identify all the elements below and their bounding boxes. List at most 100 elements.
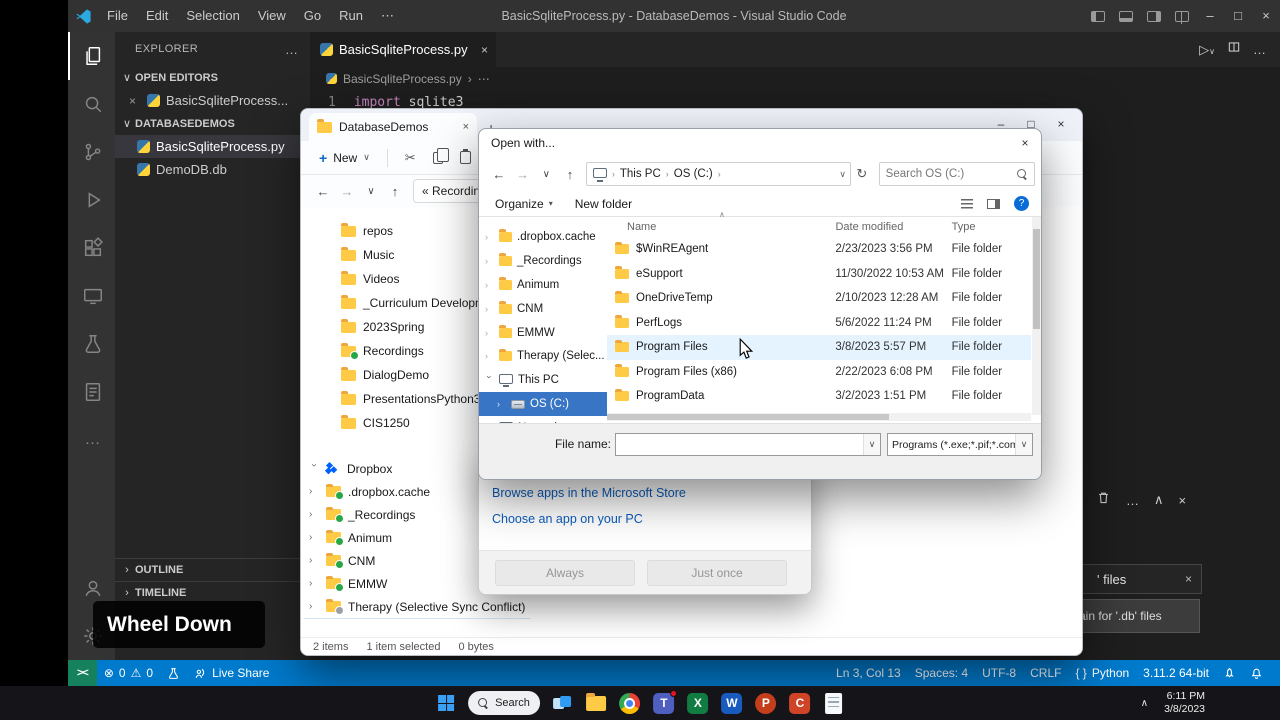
word-icon[interactable]: W [720, 691, 744, 715]
taskbar-search[interactable]: Search [468, 691, 540, 715]
close-button[interactable]: × [1252, 0, 1280, 32]
tree-item[interactable]: › EMMW [479, 321, 607, 345]
file-row[interactable]: eSupport 11/30/2022 10:53 AM File folder [607, 262, 1031, 287]
tab-close-icon[interactable]: × [463, 121, 469, 133]
file-explorer-icon[interactable] [584, 691, 608, 715]
close-icon[interactable]: × [129, 94, 141, 108]
file-row[interactable]: OneDriveTemp 2/10/2023 12:28 AM File fol… [607, 286, 1031, 311]
encoding[interactable]: UTF-8 [975, 666, 1023, 680]
menu-item[interactable]: File [98, 0, 137, 32]
cursor-position[interactable]: Ln 3, Col 13 [829, 666, 908, 680]
extensions-icon[interactable] [68, 224, 115, 272]
back-icon[interactable]: ← [487, 167, 511, 182]
nav-tree-item[interactable]: › Therapy (Selective Sync Conflict) [301, 595, 533, 618]
file-tree-item[interactable]: BasicSqliteProcess.py [115, 135, 310, 158]
problems-status[interactable]: ⊗ 0 ⚠ 0 [97, 666, 160, 680]
paste-icon[interactable] [459, 149, 471, 164]
nav-tree-item[interactable]: › This PC [301, 618, 533, 619]
forward-icon[interactable]: → [511, 167, 535, 182]
task-view-icon[interactable] [550, 691, 574, 715]
chevron-up-icon[interactable]: ∧ [1154, 492, 1164, 508]
menu-item[interactable]: Run [330, 0, 372, 32]
explorer-icon[interactable] [68, 32, 115, 80]
file-row[interactable]: ProgramData 3/2/2023 1:51 PM File folder [607, 384, 1031, 409]
taskbar-clock[interactable]: 6:11 PM 3/8/2023 [1164, 690, 1205, 716]
maximize-button[interactable]: □ [1224, 0, 1252, 32]
horizontal-scrollbar[interactable] [607, 412, 1031, 421]
breadcrumb-more[interactable]: ⋯ [478, 72, 490, 86]
open-editors-section[interactable]: ∨ OPEN EDITORS [115, 66, 310, 89]
recent-locations-icon[interactable]: ∨ [534, 169, 558, 180]
bell-icon[interactable] [1243, 667, 1270, 680]
tree-item[interactable]: › CNM [479, 297, 607, 321]
tree-item[interactable]: › Therapy (Selec... [479, 344, 607, 368]
close-panel-icon[interactable]: × [1179, 493, 1187, 508]
notebook-icon[interactable] [68, 368, 115, 416]
sidebar-more-icon[interactable]: … [285, 42, 298, 57]
chrome-icon[interactable] [618, 691, 642, 715]
up-icon[interactable]: ↑ [558, 167, 582, 182]
language-mode[interactable]: { } Python [1068, 666, 1136, 680]
remote-indicator[interactable]: >< [68, 660, 97, 686]
remote-explorer-icon[interactable] [68, 272, 115, 320]
python-interpreter[interactable]: 3.11.2 64-bit [1136, 666, 1216, 680]
dialog-search-box[interactable]: Search OS (C:) [878, 162, 1035, 186]
teams-icon[interactable]: T [652, 690, 677, 715]
vertical-scrollbar[interactable] [1032, 217, 1041, 415]
file-tree-item[interactable]: DemoDB.db [115, 158, 310, 181]
preview-pane-icon[interactable] [987, 198, 1000, 209]
tree-item[interactable]: › _Recordings [479, 249, 607, 273]
menu-item[interactable]: Edit [137, 0, 177, 32]
toggle-panel-icon[interactable] [1119, 10, 1133, 22]
cut-icon[interactable]: ✂ [405, 150, 416, 166]
column-name[interactable]: Name [607, 221, 835, 233]
trash-icon[interactable] [1096, 490, 1111, 510]
organize-button[interactable]: Organize ▾ [495, 197, 553, 211]
beaker-status-icon[interactable] [160, 667, 187, 680]
forward-icon[interactable]: → [335, 184, 359, 199]
rocket-icon[interactable] [1216, 667, 1243, 680]
run-debug-icon[interactable] [68, 176, 115, 224]
start-button[interactable] [434, 691, 458, 715]
toggle-secondary-sidebar-icon[interactable] [1147, 10, 1161, 22]
address-crumb[interactable]: OS (C:) [674, 168, 713, 180]
open-editor-item[interactable]: × BasicSqliteProcess... [115, 89, 310, 112]
column-type[interactable]: Type [952, 221, 1031, 233]
close-icon[interactable]: × [1185, 572, 1201, 586]
search-icon[interactable] [68, 80, 115, 128]
more-actions-icon[interactable]: … [1126, 493, 1139, 508]
toggle-sidebar-icon[interactable] [1091, 10, 1105, 22]
view-list-icon[interactable] [961, 198, 973, 209]
outline-section[interactable]: › OUTLINE [115, 558, 310, 581]
camtasia-icon[interactable]: C [788, 691, 812, 715]
tree-item[interactable]: › OS (C:) [479, 392, 607, 417]
new-folder-button[interactable]: New folder [575, 197, 632, 211]
explorer-tab[interactable]: DatabaseDemos × [309, 113, 477, 141]
copy-icon[interactable] [432, 147, 449, 164]
always-button[interactable]: Always [495, 559, 635, 586]
editor-tab[interactable]: BasicSqliteProcess.py × [310, 32, 496, 67]
up-icon[interactable]: ↑ [383, 184, 407, 199]
excel-icon[interactable]: X [686, 691, 710, 715]
chevron-down-icon[interactable]: ∨ [863, 434, 880, 455]
tree-item[interactable]: › Animum [479, 273, 607, 297]
live-share-status[interactable]: Live Share [187, 666, 276, 680]
file-row[interactable]: Program Files 3/8/2023 5:57 PM File fold… [607, 335, 1031, 360]
menu-item[interactable]: View [249, 0, 295, 32]
app-chooser-link[interactable]: Browse apps in the Microsoft Store [492, 486, 811, 500]
dialog-address-box[interactable]: › This PC › OS (C:) › ∨ [585, 162, 851, 186]
minimize-button[interactable]: – [1196, 0, 1224, 32]
breadcrumb-file[interactable]: BasicSqliteProcess.py [343, 72, 462, 86]
file-row[interactable]: Program Files (x86) 2/22/2023 6:08 PM Fi… [607, 360, 1031, 385]
app-chooser-link[interactable]: Choose an app on your PC [492, 512, 811, 526]
folder-section[interactable]: ∨ DATABASEDEMOS [115, 112, 310, 135]
menu-item[interactable]: ⋯ [372, 0, 403, 32]
address-crumb[interactable]: This PC [620, 168, 661, 180]
back-icon[interactable]: ← [311, 184, 335, 199]
menu-item[interactable]: Selection [177, 0, 248, 32]
split-editor-icon[interactable] [1227, 40, 1241, 59]
new-button[interactable]: + New ∨ [319, 150, 370, 166]
breadcrumb[interactable]: BasicSqliteProcess.py › ⋯ [310, 67, 1280, 90]
notepad-icon[interactable] [822, 691, 846, 715]
close-button[interactable]: × [1046, 117, 1076, 131]
